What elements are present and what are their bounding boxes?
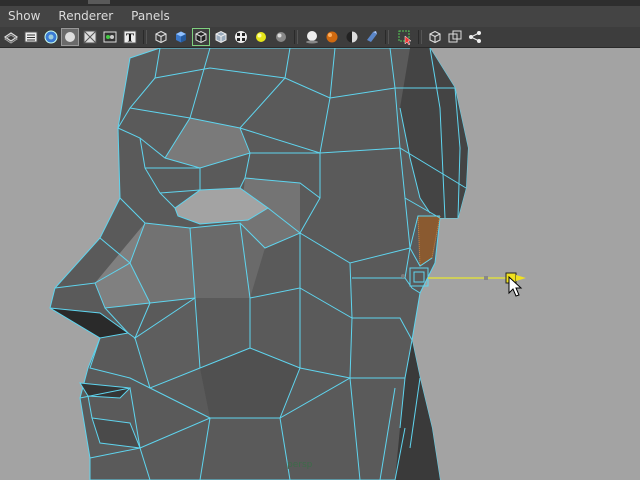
- smooth-shade-cube-icon[interactable]: [172, 28, 190, 46]
- sphere-light-icon[interactable]: [303, 28, 321, 46]
- bookmark-icon[interactable]: [42, 28, 60, 46]
- svg-text:T: T: [126, 32, 135, 45]
- head-mesh[interactable]: [49, 48, 526, 480]
- toolbar-separator: [143, 30, 147, 44]
- panel-toolbar: T: [0, 27, 640, 48]
- grid-icon[interactable]: [81, 28, 99, 46]
- text-icon[interactable]: T: [121, 28, 139, 46]
- panel-menu-bar: Show Renderer Panels: [0, 6, 640, 27]
- sphere-contrast-icon[interactable]: [343, 28, 361, 46]
- toolbar-separator: [294, 30, 298, 44]
- sphere-hardware-icon[interactable]: [323, 28, 341, 46]
- wireframe-on-shaded-icon[interactable]: [192, 28, 210, 46]
- camera-label: persp: [287, 460, 313, 470]
- camera-attributes-icon[interactable]: [22, 28, 40, 46]
- panel-tab-nub[interactable]: [88, 0, 110, 4]
- lighting-icon[interactable]: [252, 28, 270, 46]
- toolbar-separator: [385, 30, 389, 44]
- wireframe-cube-icon[interactable]: [152, 28, 170, 46]
- cube-wire-icon[interactable]: [426, 28, 444, 46]
- toolbar-separator: [418, 30, 422, 44]
- head-mesh-scene[interactable]: [0, 48, 640, 480]
- perspective-viewport[interactable]: persp: [0, 48, 640, 480]
- menu-renderer[interactable]: Renderer: [49, 6, 122, 27]
- cube-duplicate-icon[interactable]: [446, 28, 464, 46]
- isolate-select-icon[interactable]: [396, 28, 414, 46]
- image-plane-icon[interactable]: [61, 28, 79, 46]
- sphere-ambient-icon[interactable]: [363, 28, 381, 46]
- textured-icon[interactable]: [232, 28, 250, 46]
- resolution-gate-icon[interactable]: [101, 28, 119, 46]
- share-node-icon[interactable]: [466, 28, 484, 46]
- maya-viewport-window: Show Renderer Panels T persp: [0, 0, 640, 480]
- xray-cube-icon[interactable]: [212, 28, 230, 46]
- select-camera-icon[interactable]: [2, 28, 20, 46]
- menu-panels[interactable]: Panels: [122, 6, 179, 27]
- menu-show[interactable]: Show: [0, 6, 49, 27]
- shadows-icon[interactable]: [272, 28, 290, 46]
